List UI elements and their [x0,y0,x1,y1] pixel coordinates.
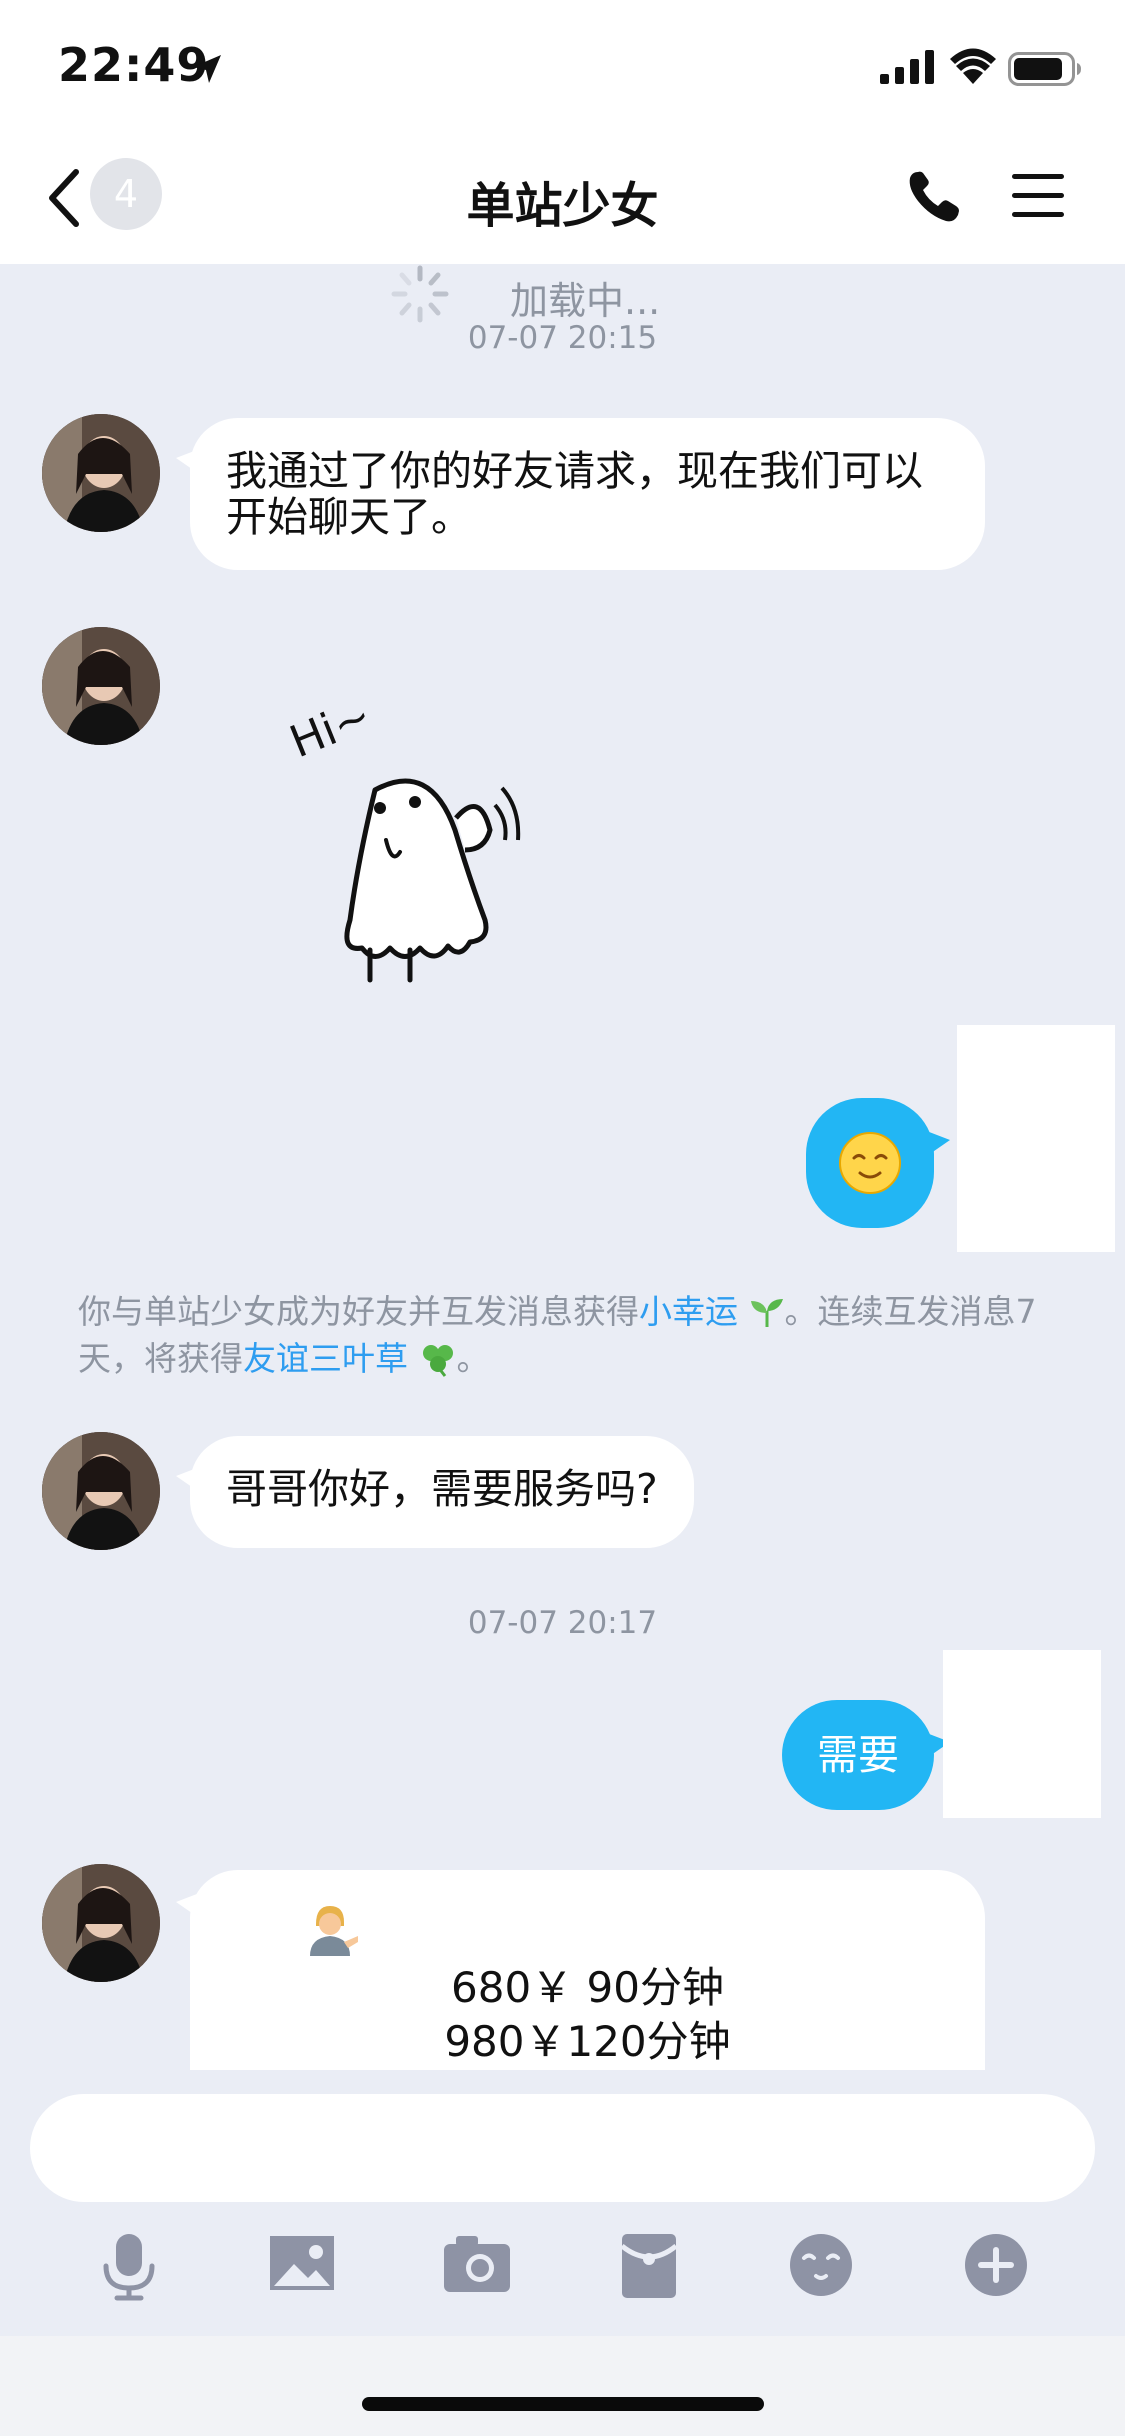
loading-spinner-icon [391,265,449,323]
price-line: 680￥ 90分钟 [451,1963,724,2012]
link-friendship-clover[interactable]: 友谊三叶草 [243,1339,408,1378]
avatar[interactable] [42,414,160,532]
ghost-hi-sticker[interactable]: Hi~ [280,690,530,1000]
microphone-icon[interactable] [100,2232,158,2302]
loading-text: 加载中... [510,279,661,323]
outgoing-message-bubble[interactable]: 需要 [782,1700,950,1810]
camera-icon[interactable] [442,2232,512,2294]
incoming-message-bubble[interactable]: 我通过了你的好友请求，现在我们可以开始聊天了。 [176,418,985,570]
location-arrow-icon [193,55,221,83]
message-text: 我通过了你的好友请求，现在我们可以开始聊天了。 [226,447,923,541]
wifi-icon [950,48,996,84]
timestamp: 07-07 20:17 [467,1605,658,1641]
self-avatar-redacted [957,1025,1115,1252]
avatar[interactable] [42,627,160,745]
phone-icon[interactable] [906,168,962,224]
emoji-icon[interactable] [788,2232,854,2298]
signal-icon [880,50,934,84]
avatar[interactable] [42,1864,160,1982]
plus-icon[interactable] [963,2232,1029,2298]
person-tipping-hand-emoji [310,1906,358,1956]
timestamp: 07-07 20:15 [467,320,658,356]
clover-icon [422,1345,453,1377]
link-lucky[interactable]: 小幸运 [639,1292,738,1331]
incoming-message-bubble[interactable]: 680￥ 90分钟 980￥120分钟 [190,1870,985,2070]
self-avatar-redacted [943,1650,1101,1818]
home-indicator[interactable] [362,2397,764,2411]
smiling-face-emoji [839,1132,901,1194]
avatar[interactable] [42,1432,160,1550]
message-input[interactable] [30,2094,1095,2202]
image-icon[interactable] [268,2232,336,2294]
outgoing-message-bubble[interactable] [806,1098,950,1228]
incoming-message-bubble[interactable]: 哥哥你好，需要服务吗? [176,1436,694,1548]
price-line: 980￥120分钟 [444,2017,731,2066]
status-time: 22:49 [58,38,210,92]
menu-icon[interactable] [1012,172,1064,220]
bottom-safe-area [0,2336,1125,2436]
system-notice: 你与单站少女成为好友并互发消息获得小幸运 。连续互发消息7天，将获得友谊三叶草 … [78,1292,1037,1378]
red-packet-icon[interactable] [620,2232,678,2300]
sprout-icon [750,1299,783,1327]
battery-icon [1008,52,1081,86]
message-text: 哥哥你好，需要服务吗? [226,1465,658,1513]
sticker-text: Hi~ [283,690,378,768]
message-text: 需要 [817,1731,899,1779]
